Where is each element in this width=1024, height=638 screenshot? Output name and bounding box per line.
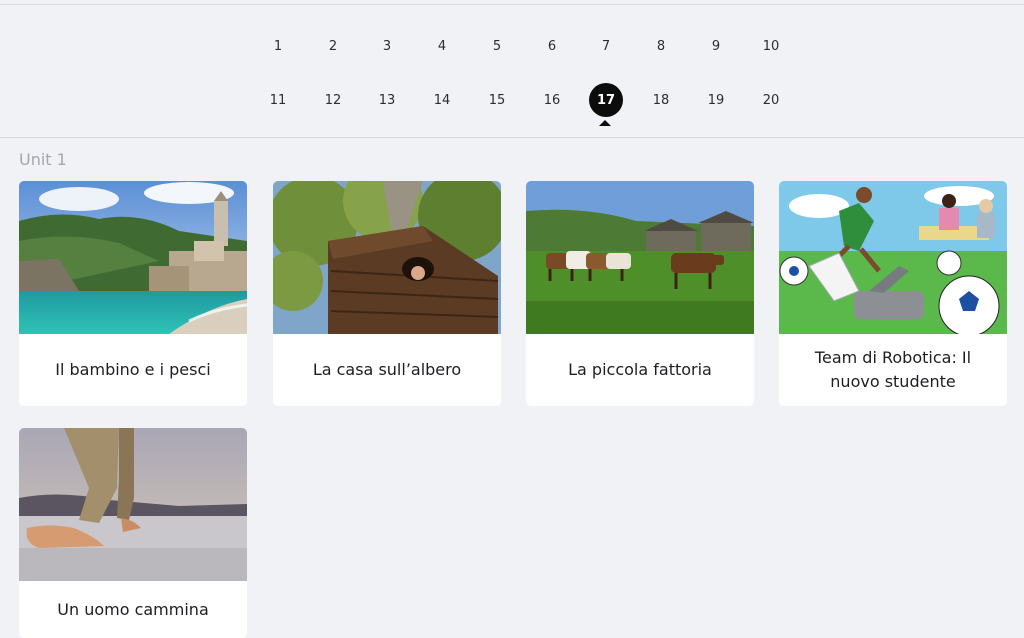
current-page-pointer-icon: [599, 120, 611, 126]
page-link-3[interactable]: 3: [370, 29, 404, 63]
book-card-uomo[interactable]: Un uomo cammina: [19, 428, 247, 638]
page-link-2[interactable]: 2: [316, 29, 350, 63]
page-link-13[interactable]: 13: [370, 83, 404, 117]
page-link-14[interactable]: 14: [425, 83, 459, 117]
page-link-10[interactable]: 10: [754, 29, 788, 63]
page-link-15[interactable]: 15: [480, 83, 514, 117]
page-link-8[interactable]: 8: [644, 29, 678, 63]
page-link-9[interactable]: 9: [699, 29, 733, 63]
unit-heading: Unit 1: [19, 150, 67, 169]
page-link-12[interactable]: 12: [316, 83, 350, 117]
page-link-20[interactable]: 20: [754, 83, 788, 117]
page-link-4[interactable]: 4: [425, 29, 459, 63]
book-title: La piccola fattoria: [568, 360, 712, 379]
page-link-7[interactable]: 7: [589, 29, 623, 63]
book-card-robotica[interactable]: Team di Robotica: Il nuovo studente: [779, 181, 1007, 406]
page-link-5[interactable]: 5: [480, 29, 514, 63]
page-link-current[interactable]: 17: [589, 83, 623, 117]
book-card-casa[interactable]: La casa sull’albero: [273, 181, 501, 406]
page-link-1[interactable]: 1: [261, 29, 295, 63]
book-title: Il bambino e i pesci: [55, 360, 211, 379]
page-link-19[interactable]: 19: [699, 83, 733, 117]
robotics-illustration-image: [779, 181, 1007, 334]
book-title: Un uomo cammina: [57, 599, 209, 619]
walking-feet-image: [19, 428, 247, 581]
farm-cows-image: [526, 181, 754, 334]
page-link-18[interactable]: 18: [644, 83, 678, 117]
book-card-bambino[interactable]: Il bambino e i pesci: [19, 181, 247, 406]
treehouse-image: [273, 181, 501, 334]
page-link-16[interactable]: 16: [535, 83, 569, 117]
page-pagination: 1 2 3 4 5 6 7 8 9 10 11 12 13 14 15 16 1…: [0, 5, 1024, 137]
coastal-village-image: [19, 181, 247, 334]
book-title: Team di Robotica: Il nuovo studente: [814, 348, 972, 391]
book-title: La casa sull’albero: [312, 360, 462, 379]
section-divider: [0, 137, 1024, 138]
book-card-fattoria[interactable]: La piccola fattoria: [526, 181, 754, 406]
page-link-6[interactable]: 6: [535, 29, 569, 63]
page-link-11[interactable]: 11: [261, 83, 295, 117]
